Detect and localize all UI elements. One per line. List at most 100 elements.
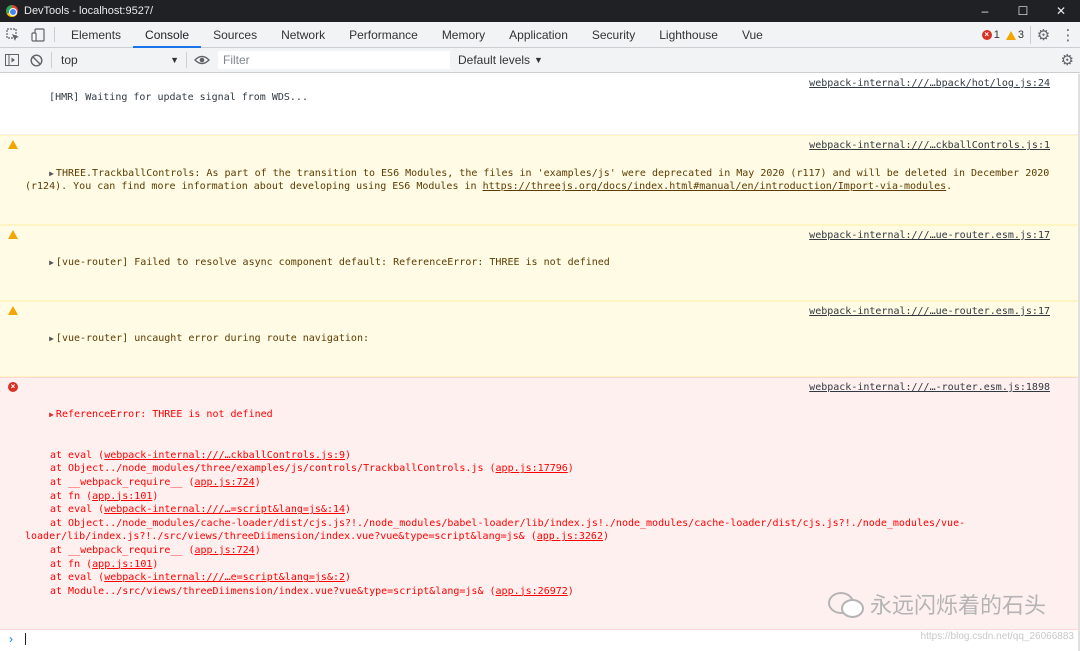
- warning-icon: [8, 140, 18, 150]
- console-prompt[interactable]: ›: [0, 630, 1080, 648]
- console-message-log: [HMR] Waiting for update signal from WDS…: [0, 74, 1080, 136]
- stack-frame-link[interactable]: webpack-internal:///…e=script&lang=js&:2: [104, 572, 345, 583]
- stack-frame-suffix: ): [345, 449, 352, 461]
- stack-frame-text: at __webpack_require__ (: [50, 545, 195, 556]
- tab-lighthouse[interactable]: Lighthouse: [647, 22, 730, 47]
- stack-frame-suffix: ): [345, 572, 352, 584]
- stack-frame-link[interactable]: app.js:724: [195, 477, 255, 488]
- tab-console[interactable]: Console: [133, 22, 202, 48]
- stack-frame-suffix: ): [254, 477, 261, 489]
- stack-frame: at fn (app.js:101): [25, 490, 1050, 504]
- error-count-badge[interactable]: × 1: [981, 29, 1000, 41]
- device-toolbar-icon[interactable]: [25, 22, 50, 47]
- stack-frame-link[interactable]: app.js:3262: [537, 531, 603, 542]
- stack-frame-link[interactable]: app.js:724: [195, 545, 255, 556]
- expand-triangle-icon[interactable]: ▶: [49, 258, 54, 267]
- stack-frame-link[interactable]: app.js:17796: [496, 463, 568, 474]
- inspect-element-icon[interactable]: [0, 22, 25, 47]
- warning-count-badge[interactable]: 3: [1005, 29, 1024, 41]
- message-text: [vue-router] uncaught error during route…: [55, 333, 369, 345]
- stack-frame-suffix: ): [602, 531, 610, 543]
- stack-frame-suffix: ): [254, 545, 261, 556]
- tab-performance[interactable]: Performance: [337, 22, 430, 47]
- clear-console-icon[interactable]: [24, 48, 48, 72]
- close-icon[interactable]: ✕: [1042, 0, 1080, 22]
- text-cursor: [25, 632, 26, 645]
- context-value: top: [61, 53, 78, 67]
- chevron-down-icon: ▼: [534, 55, 543, 65]
- live-expression-eye-icon[interactable]: [190, 48, 214, 72]
- error-icon: ×: [981, 30, 992, 40]
- console-settings-gear-icon[interactable]: ⚙: [1061, 51, 1074, 69]
- tab-network[interactable]: Network: [269, 22, 337, 47]
- source-link[interactable]: webpack-internal:///…ckballControls.js:1: [803, 139, 1050, 153]
- expand-triangle-icon[interactable]: ▶: [49, 169, 54, 178]
- filter-input[interactable]: Filter: [218, 51, 450, 69]
- console-message-warning: ▶ [vue-router] Failed to resolve async co…: [0, 224, 1080, 301]
- console-output: [HMR] Waiting for update signal from WDS…: [0, 74, 1080, 651]
- error-icon: ×: [8, 381, 18, 392]
- docs-link[interactable]: https://threejs.org/docs/index.html#manu…: [483, 181, 947, 192]
- stack-frame: at eval (webpack-internal:///…=script&la…: [25, 503, 1050, 517]
- stack-frame-link[interactable]: webpack-internal:///…=script&lang=js&:14: [104, 504, 345, 515]
- log-levels-dropdown[interactable]: Default levels ▼: [458, 53, 543, 67]
- stack-frame-suffix: ): [152, 558, 159, 570]
- stack-frame: at eval (webpack-internal:///…e=script&l…: [25, 571, 1050, 585]
- console-toolbar: top ▼ Filter Default levels ▼ ⚙: [0, 48, 1080, 73]
- stack-frame: at Object../node_modules/three/examples/…: [25, 462, 1050, 476]
- tab-sources[interactable]: Sources: [201, 22, 269, 47]
- wechat-logo-icon: [827, 590, 864, 618]
- prompt-chevron-icon: ›: [9, 631, 13, 646]
- minimize-icon[interactable]: –: [966, 0, 1004, 22]
- tabbar-right: × 1 3 ⚙ ⋮: [981, 22, 1080, 48]
- source-link[interactable]: webpack-internal:///…bpack/hot/log.js:24: [803, 77, 1050, 91]
- chrome-logo-icon: [6, 5, 18, 17]
- toolbar-divider: [186, 52, 187, 68]
- stack-frame-text: at eval (: [50, 449, 105, 461]
- warning-icon: [8, 305, 18, 315]
- console-message-warning: ▶ THREE.TrackballControls: As part of the…: [0, 135, 1080, 225]
- context-selector[interactable]: top ▼: [55, 50, 183, 70]
- toolbar-divider: [51, 52, 52, 68]
- stack-frame-text: at eval (: [50, 504, 105, 516]
- stack-frame: loader/lib/index.js?!./src/views/threeDi…: [25, 530, 1050, 544]
- settings-gear-icon[interactable]: ⚙: [1030, 26, 1056, 44]
- stack-frame: at fn (app.js:101): [25, 558, 1050, 572]
- expand-triangle-icon[interactable]: ▶: [49, 410, 54, 419]
- stack-frame-text: at __webpack_require__ (: [50, 477, 195, 489]
- tab-memory[interactable]: Memory: [430, 22, 497, 47]
- stack-frame-suffix: ): [567, 585, 574, 597]
- stack-frame: at Object../node_modules/cache-loader/di…: [25, 517, 1050, 531]
- tab-security[interactable]: Security: [580, 22, 647, 47]
- tabbar-divider: [54, 27, 55, 42]
- tab-vue[interactable]: Vue: [730, 22, 775, 47]
- tab-application[interactable]: Application: [497, 22, 580, 47]
- stack-frame-link[interactable]: webpack-internal:///…ckballControls.js:9: [104, 450, 345, 461]
- source-link[interactable]: webpack-internal:///…-router.esm.js:1898: [803, 380, 1050, 395]
- watermark: 永远闪烁着的石头: [827, 588, 1046, 620]
- stack-frame-link[interactable]: app.js:101: [92, 491, 152, 502]
- stack-frame-text: at fn (: [50, 490, 93, 502]
- warning-icon: [1005, 30, 1016, 40]
- stack-frame: at __webpack_require__ (app.js:724): [25, 476, 1050, 490]
- stack-frame-link[interactable]: app.js:101: [92, 559, 152, 570]
- sidebar-toggle-icon[interactable]: [0, 48, 24, 72]
- source-link[interactable]: webpack-internal:///…ue-router.esm.js:17: [803, 304, 1050, 319]
- more-options-icon[interactable]: ⋮: [1056, 26, 1080, 44]
- source-link[interactable]: webpack-internal:///…ue-router.esm.js:17: [803, 228, 1050, 243]
- watermark-text: 永远闪烁着的石头: [869, 594, 1046, 619]
- message-tail: .: [946, 181, 953, 193]
- tab-elements[interactable]: Elements: [59, 22, 133, 47]
- stack-frame: at eval (webpack-internal:///…ckballCont…: [25, 449, 1050, 463]
- maximize-icon[interactable]: ☐: [1004, 0, 1042, 22]
- message-text: ReferenceError: THREE is not defined: [55, 409, 273, 421]
- error-count: 1: [993, 29, 1000, 41]
- stack-frame-link[interactable]: app.js:26972: [496, 586, 568, 597]
- window-titlebar: DevTools - localhost:9527/ – ☐ ✕: [0, 0, 1080, 22]
- stack-frame-text: at Object../node_modules/three/examples/…: [50, 463, 496, 475]
- message-text: [HMR] Waiting for update signal from WDS…: [49, 91, 308, 103]
- expand-triangle-icon[interactable]: ▶: [49, 334, 54, 343]
- warning-icon: [8, 229, 18, 239]
- stack-frame-suffix: ): [567, 463, 574, 475]
- warning-count: 3: [1017, 29, 1024, 41]
